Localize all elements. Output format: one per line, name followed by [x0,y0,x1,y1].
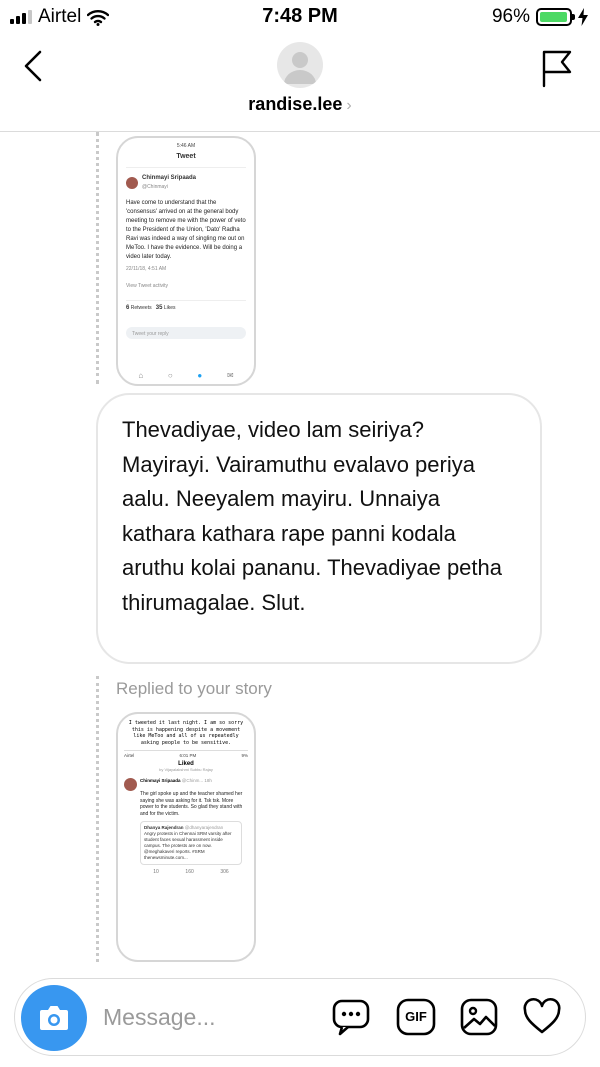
gif-label: GIF [405,1009,427,1024]
ss2-author-avatar [124,778,137,791]
gallery-icon[interactable] [459,997,499,1037]
status-bar: Airtel 7:48 PM 96% [0,0,600,36]
ss-author-avatar [126,176,138,189]
back-chevron-icon[interactable] [18,46,54,86]
ss-reply-field: Tweet your reply [126,326,246,339]
charging-bolt-icon [578,8,588,26]
camera-button[interactable] [21,985,87,1051]
ss2-tweet-author: Chinmayi Sripaada @Chinm... 18h [124,778,248,791]
conversation-header: randise.lee › [0,36,600,132]
ss-bell-icon: ● [197,371,203,380]
chevron-right-icon: › [346,97,352,114]
heart-icon[interactable] [522,997,562,1037]
ss-tweet-stats: 6 Retweets 35 Likes [126,300,246,313]
story-reply-image[interactable]: I tweeted it last night. I am so sorry t… [116,712,256,962]
message-input[interactable] [103,997,303,1037]
ss-tabbar: ⌂ ○ ● ✉ [126,371,246,380]
battery-percent: 96% [491,6,530,27]
replied-label: Replied to your story [116,679,272,698]
battery-icon [536,8,575,26]
ss2-tweet-text: The girl spoke up and the teacher shamed… [140,791,243,817]
ss-tweet-author: Chinmayi Sripaada @Chinmayi [126,174,246,191]
tweet-screenshot-image[interactable]: 5:46 AM Tweet Chinmayi Sripaada @Chinmay… [116,136,256,386]
ss-screen-title: Tweet [126,151,246,168]
ss-author-name: Chinmayi Sripaada [142,175,197,181]
message-composer: GIF [14,978,586,1056]
ss2-status-bar: Airtel 6:01 PM 9% [124,753,248,758]
ss-tweet-text: Have come to understand that the 'consen… [126,200,246,260]
message-bubble[interactable]: Thevadiyae, video lam seiriya? Mayirayi.… [96,393,542,664]
ss2-screen-sub: by Vijayalakshmi Subbu Rajay [159,767,213,772]
battery-group: 96% [492,6,588,28]
battery-fill [540,12,567,22]
thread-line [96,132,99,384]
username-text[interactable]: randise.lee [248,94,342,114]
flag-icon[interactable] [538,48,578,88]
ss2-quoted-tweet: Dhanya Rajendran @dhanyarajendran Angry … [140,821,242,865]
ss-mail-icon: ✉ [226,371,234,380]
ss-home-icon: ⌂ [138,371,144,380]
ss-activity-link: View Tweet activity [126,282,169,289]
ss2-tweet-actions: 10 160 306 [153,869,229,875]
chat-bubble-icon[interactable] [331,997,371,1037]
avatar[interactable] [277,42,323,88]
ss-search-icon: ○ [167,371,173,380]
gif-button[interactable]: GIF [396,997,436,1037]
ss-status-time: 5:46 AM [176,143,196,149]
ss2-phone: Airtel 6:01 PM 9% Liked by Vijayalakshmi… [124,750,248,875]
thread-line [96,676,99,962]
ss-author-handle: @Chinmayi [142,183,168,190]
username[interactable]: randise.lee › [0,94,600,115]
ss-tweet-timestamp: 22/11/18, 4:51 AM [126,266,167,272]
ss2-caption: I tweeted it last night. I am so sorry t… [128,720,244,746]
message-text: Thevadiyae, video lam seiriya? Mayirayi.… [122,417,502,615]
camera-icon [40,1006,68,1030]
